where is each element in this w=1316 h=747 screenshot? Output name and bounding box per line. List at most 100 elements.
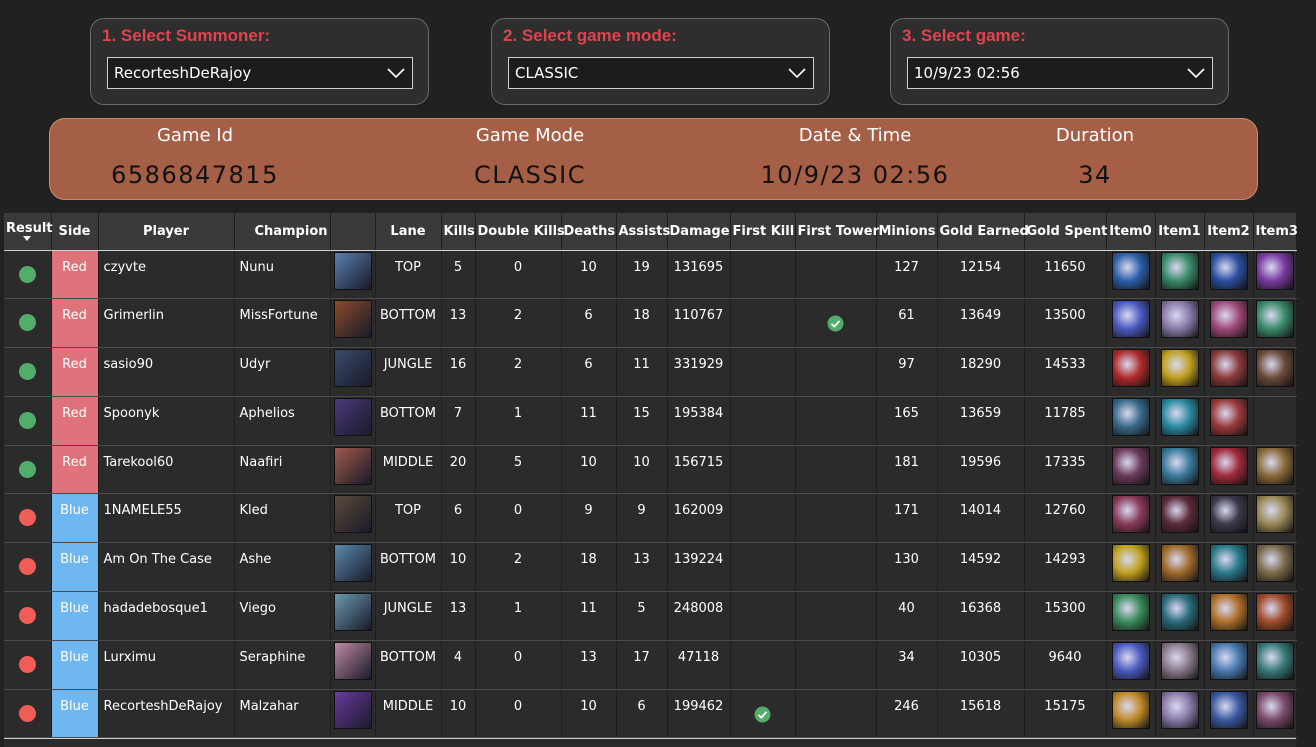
- duration-value: 34: [1078, 161, 1112, 189]
- deaths-cell: 10: [561, 250, 617, 300]
- result-cell: [4, 640, 52, 690]
- win-indicator-icon: [18, 363, 36, 381]
- deaths-cell: 13: [561, 640, 617, 690]
- assists-cell: 9: [616, 493, 668, 544]
- col-header-item3[interactable]: Item3: [1253, 213, 1298, 251]
- kills-cell: 13: [441, 298, 476, 349]
- table-row[interactable]: Blue Lurximu Seraphine BOTTOM 4 0 13 17 47118 34 1…: [4, 640, 1297, 690]
- col-header-first-kill[interactable]: First Kill: [730, 213, 796, 251]
- col-header-damage[interactable]: Damage: [667, 213, 731, 251]
- lane-cell: JUNGLE: [375, 347, 442, 397]
- col-header-player[interactable]: Player: [98, 213, 235, 251]
- champion-image-cell: [330, 445, 376, 495]
- item-icon: [1209, 349, 1248, 388]
- lane-cell: MIDDLE: [375, 689, 442, 739]
- gold-spent-cell: 14533: [1024, 347, 1107, 397]
- item1-cell: [1155, 542, 1205, 593]
- item-icon: [1160, 251, 1199, 290]
- side-cell: Red: [51, 250, 99, 300]
- gold-earned-cell: 15618: [937, 689, 1025, 739]
- first-kill-cell: [730, 640, 796, 690]
- item2-cell: [1204, 298, 1254, 349]
- col-header-double-kills[interactable]: Double Kills: [475, 213, 565, 251]
- item1-cell: [1155, 347, 1205, 397]
- champion-portrait-icon: [333, 349, 372, 388]
- item3-cell: [1253, 591, 1297, 641]
- item-icon: [1111, 446, 1150, 485]
- champion-image-cell: [330, 542, 376, 593]
- player-cell: RecorteshDeRajoy: [98, 689, 235, 739]
- table-row[interactable]: Red Spoonyk Aphelios BOTTOM 7 1 11 15 195384 165 1…: [4, 396, 1297, 446]
- minions-cell: 165: [876, 396, 938, 446]
- item0-cell: [1106, 591, 1156, 641]
- player-cell: Tarekool60: [98, 445, 235, 495]
- result-cell: [4, 493, 52, 544]
- table-row[interactable]: Red sasio90 Udyr JUNGLE 16 2 6 11 331929 97 18290 1…: [4, 347, 1297, 397]
- item1-cell: [1155, 298, 1205, 349]
- col-header-item2[interactable]: Item2: [1204, 213, 1254, 251]
- table-row[interactable]: Blue RecorteshDeRajoy Malzahar MIDDLE 10 0 10 6…: [4, 689, 1297, 739]
- col-header-gold-earned[interactable]: Gold Earned: [937, 213, 1029, 251]
- summoner-dropdown[interactable]: RecorteshDeRajoy: [107, 57, 413, 89]
- item-icon: [1255, 300, 1294, 339]
- damage-cell: 199462: [667, 689, 731, 739]
- game-slicer: 3. Select game: 10/9/23 02:56: [890, 18, 1229, 105]
- game-mode-label: Game Mode: [475, 125, 585, 146]
- col-header-champion-image[interactable]: [330, 213, 376, 251]
- game-mode-dropdown[interactable]: CLASSIC: [508, 57, 814, 89]
- first-tower-cell: [795, 591, 877, 641]
- deaths-cell: 11: [561, 591, 617, 641]
- col-header-lane[interactable]: Lane: [375, 213, 442, 251]
- item-icon: [1209, 641, 1248, 680]
- result-cell: [4, 250, 52, 300]
- col-header-first-tower[interactable]: First Tower: [795, 213, 879, 251]
- col-header-item1[interactable]: Item1: [1155, 213, 1205, 251]
- gold-spent-cell: 11785: [1024, 396, 1107, 446]
- assists-cell: 19: [616, 250, 668, 300]
- game-mode-slicer: 2. Select game mode: CLASSIC: [491, 18, 830, 105]
- table-row[interactable]: Blue 1NAMELE55 Kled TOP 6 0 9 9 162009 171 14014 12…: [4, 493, 1297, 544]
- champion-image-cell: [330, 591, 376, 641]
- col-header-kills[interactable]: Kills: [441, 213, 476, 251]
- gold-spent-cell: 15300: [1024, 591, 1107, 641]
- item0-cell: [1106, 396, 1156, 446]
- col-header-champion[interactable]: Champion: [234, 213, 331, 251]
- item3-cell: [1253, 493, 1297, 544]
- table-row[interactable]: Blue Am On The Case Ashe BOTTOM 10 2 18 13 13922…: [4, 542, 1297, 593]
- loss-indicator-icon: [18, 558, 36, 576]
- kills-cell: 7: [441, 396, 476, 446]
- item-icon: [1160, 446, 1199, 485]
- kills-cell: 16: [441, 347, 476, 397]
- item3-cell: [1253, 640, 1297, 690]
- col-header-deaths[interactable]: Deaths: [561, 213, 617, 251]
- champion-cell: Ashe: [234, 542, 331, 593]
- item-icon: [1160, 690, 1199, 729]
- champion-image-cell: [330, 689, 376, 739]
- minions-cell: 246: [876, 689, 938, 739]
- champion-cell: Seraphine: [234, 640, 331, 690]
- table-row[interactable]: Red Tarekool60 Naafiri MIDDLE 20 5 10 10 156715 1…: [4, 445, 1297, 495]
- champion-portrait-icon: [333, 251, 372, 290]
- col-header-assists[interactable]: Assists: [616, 213, 670, 251]
- double-kills-cell: 0: [475, 493, 562, 544]
- side-cell: Blue: [51, 591, 99, 641]
- table-row[interactable]: Blue hadadebosque1 Viego JUNGLE 13 1 11 5 248008…: [4, 591, 1297, 641]
- minions-cell: 171: [876, 493, 938, 544]
- lane-cell: TOP: [375, 250, 442, 300]
- champion-cell: Viego: [234, 591, 331, 641]
- col-header-item0[interactable]: Item0: [1106, 213, 1156, 251]
- game-dropdown[interactable]: 10/9/23 02:56: [907, 57, 1213, 89]
- champion-image-cell: [330, 298, 376, 349]
- assists-cell: 6: [616, 689, 668, 739]
- col-header-gold-spent[interactable]: Gold Spent: [1024, 213, 1107, 251]
- deaths-cell: 11: [561, 396, 617, 446]
- lane-cell: BOTTOM: [375, 640, 442, 690]
- table-row[interactable]: Red Grimerlin MissFortune BOTTOM 13 2 6 18 11076…: [4, 298, 1297, 349]
- col-header-result[interactable]: Result: [4, 213, 53, 251]
- col-header-side[interactable]: Side: [51, 213, 99, 251]
- first-tower-cell: [795, 298, 877, 349]
- col-header-minions[interactable]: Minions: [876, 213, 938, 251]
- champion-cell: Naafiri: [234, 445, 331, 495]
- table-row[interactable]: Red czyvte Nunu TOP 5 0 10 19 131695 127 12154 1165…: [4, 250, 1297, 300]
- match-table: Result Side Player Champion Lane Kills D…: [4, 213, 1298, 739]
